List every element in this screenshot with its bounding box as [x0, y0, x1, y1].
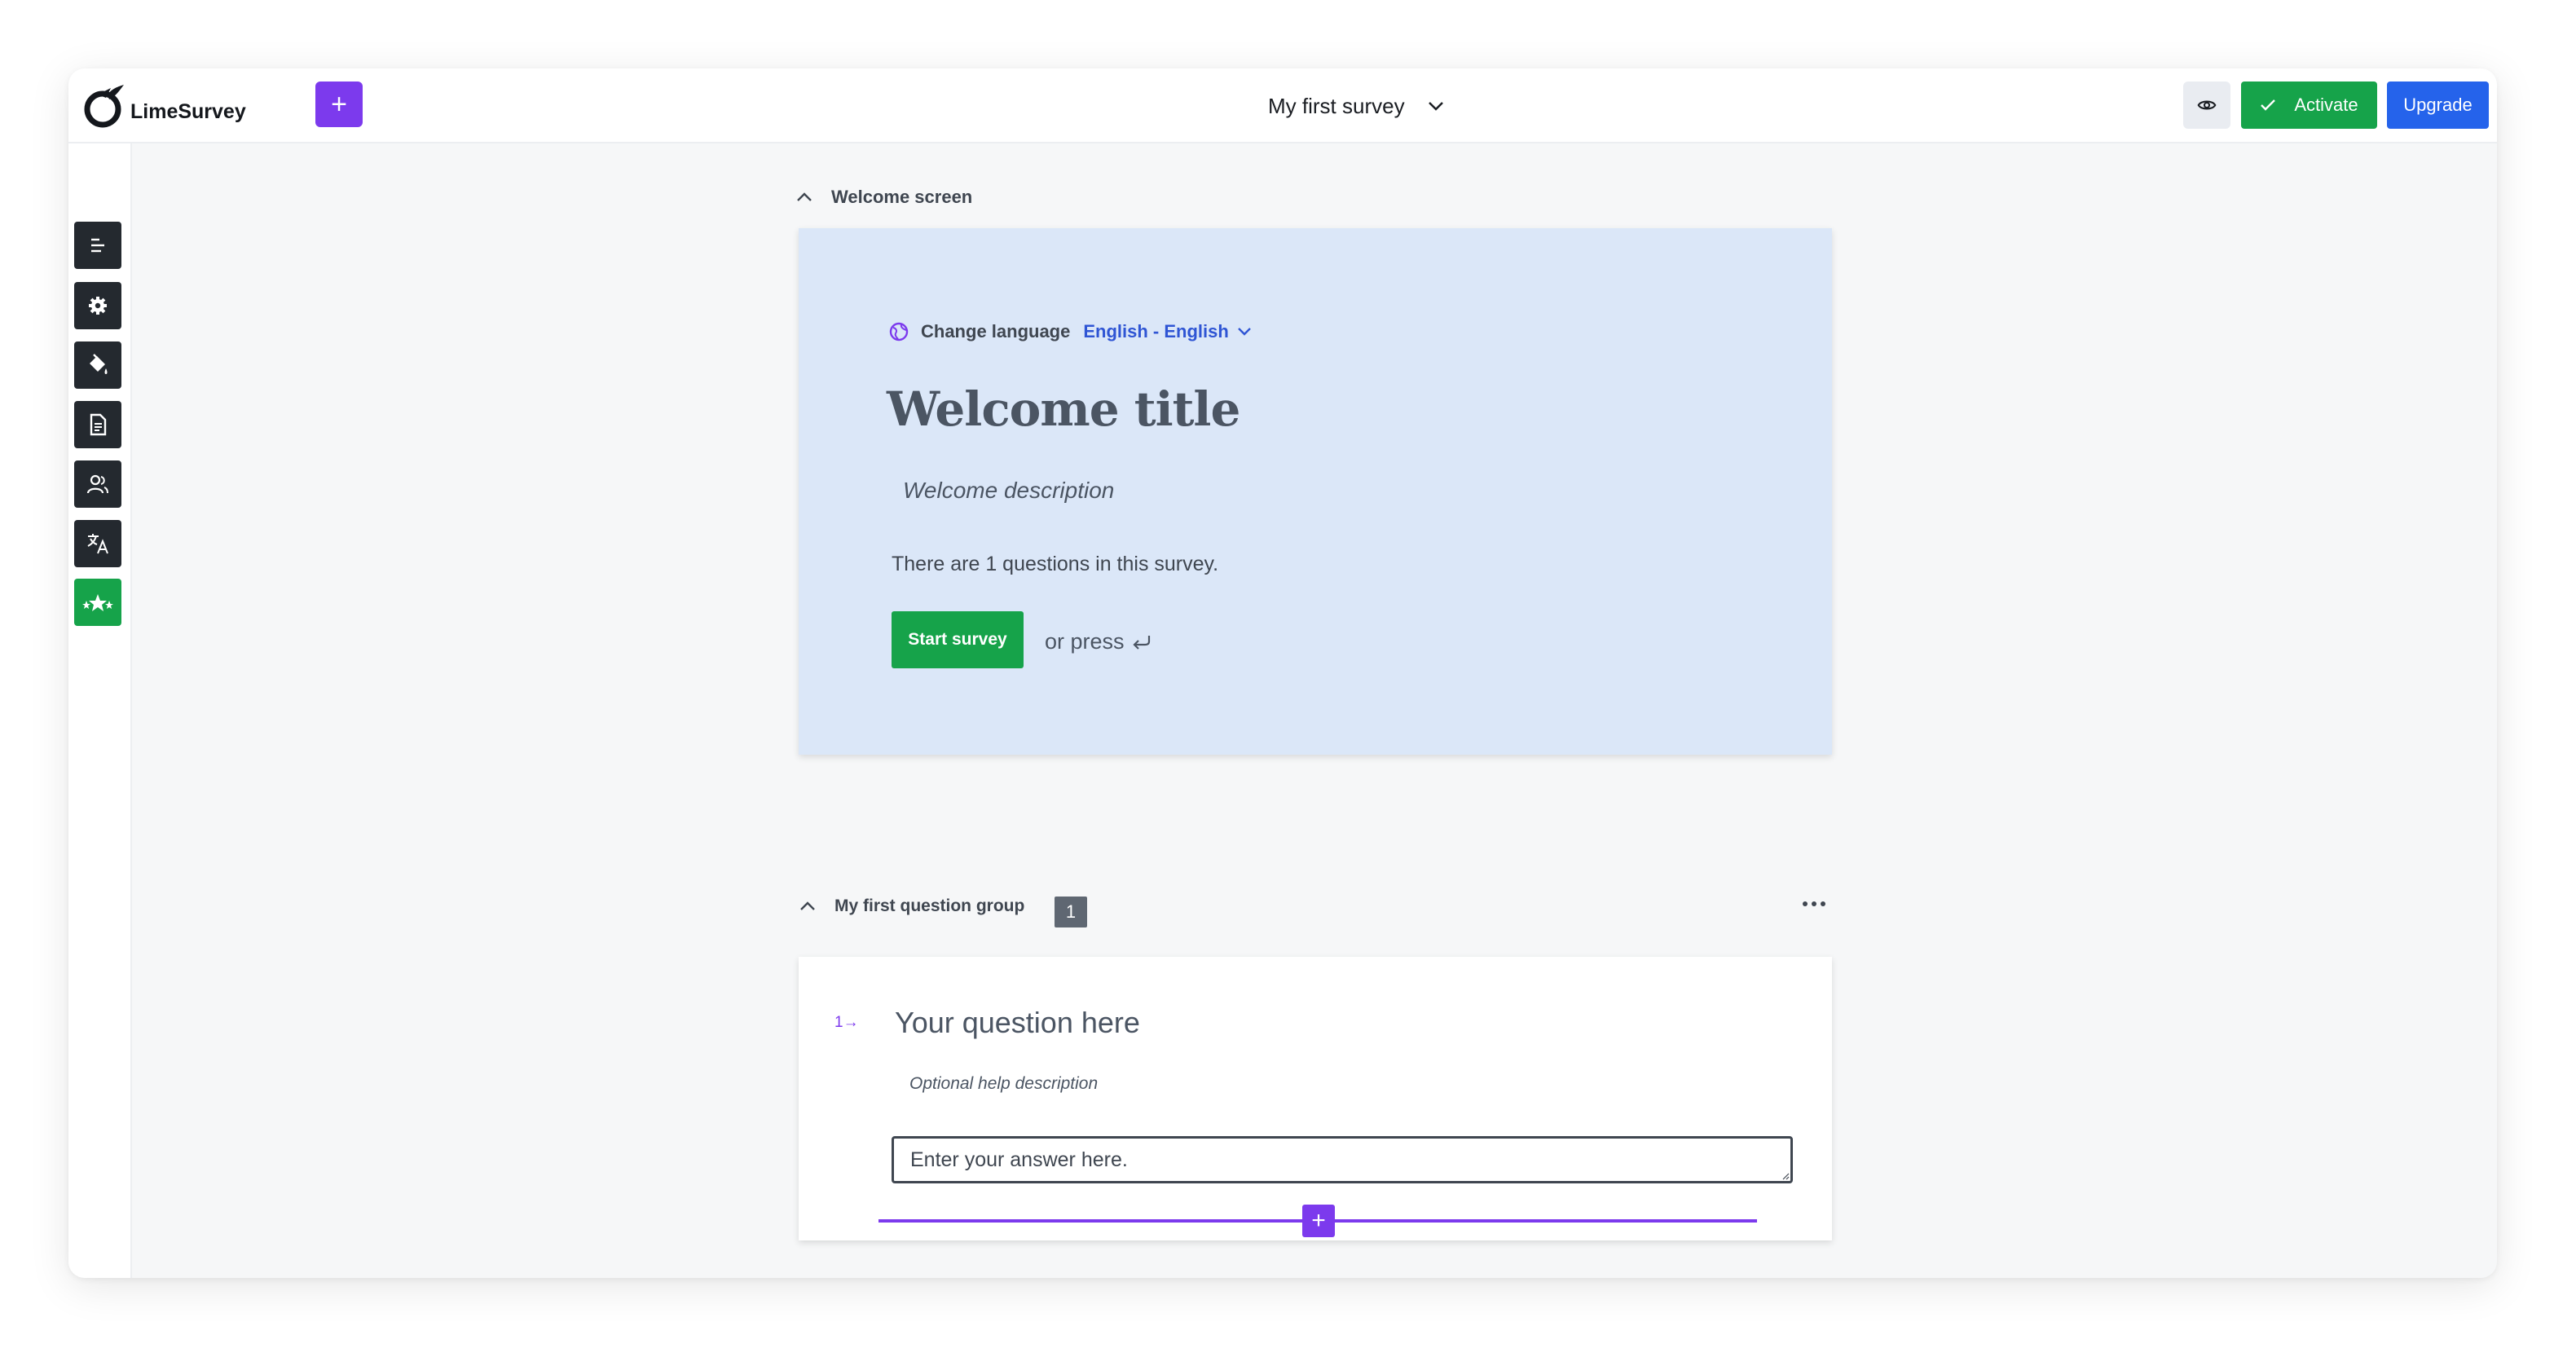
chevron-up-icon	[800, 901, 815, 910]
sidebar-item-settings[interactable]	[74, 282, 121, 329]
globe-icon	[889, 322, 909, 341]
add-question-button[interactable]: +	[1302, 1205, 1335, 1237]
sidebar-item-participants[interactable]	[74, 460, 121, 508]
plus-icon: +	[1311, 1207, 1326, 1234]
welcome-section-toggle[interactable]: Welcome screen	[795, 187, 972, 208]
theme-icon	[90, 354, 108, 374]
welcome-section-label: Welcome screen	[831, 187, 973, 207]
structure-icon	[91, 238, 104, 253]
sidebar-item-theme[interactable]	[74, 341, 121, 389]
answer-textarea[interactable]: Enter your answer here.	[892, 1136, 1793, 1183]
chevron-down-icon	[1428, 102, 1443, 111]
question-count-badge: 1	[1055, 897, 1087, 927]
or-press-text: or press	[1045, 629, 1125, 654]
sidebar-item-rating[interactable]	[74, 579, 121, 626]
question-count-text: There are 1 questions in this survey.	[892, 553, 1219, 575]
start-survey-button[interactable]: Start survey	[892, 611, 1024, 668]
upgrade-button[interactable]: Upgrade	[2387, 82, 2489, 129]
or-press-hint: or press	[1045, 629, 1152, 654]
question-number: 1→	[834, 1014, 859, 1031]
more-options-icon[interactable]	[1803, 901, 1825, 906]
welcome-card[interactable]: Change language English - English Welcom…	[799, 228, 1832, 755]
app-window: LimeSurvey + My first survey Activate Up…	[68, 68, 2497, 1278]
chevron-down-icon	[1237, 328, 1251, 336]
preview-button[interactable]	[2183, 82, 2230, 129]
document-icon	[90, 413, 107, 436]
sidebar-item-document[interactable]	[74, 401, 121, 448]
sidebar-item-translate[interactable]	[74, 520, 121, 567]
question-group-header: My first question group 1	[799, 897, 1832, 929]
question-group-title: My first question group	[834, 897, 1025, 915]
return-key-icon	[1132, 635, 1150, 650]
change-language-label: Change language	[921, 321, 1071, 341]
question-card[interactable]: 1→ Your question here Optional help desc…	[799, 957, 1832, 1240]
top-bar: LimeSurvey + My first survey Activate Up…	[68, 68, 2497, 143]
settings-icon	[89, 297, 107, 315]
check-icon	[2261, 99, 2276, 111]
language-value: English - English	[1083, 321, 1229, 341]
survey-title-dropdown[interactable]: My first survey	[1268, 90, 1446, 122]
plus-icon: +	[331, 89, 347, 120]
question-help[interactable]: Optional help description	[909, 1074, 1098, 1094]
upgrade-label: Upgrade	[2403, 95, 2473, 115]
translate-icon	[87, 534, 108, 554]
language-select[interactable]: English - English	[1083, 321, 1251, 342]
resize-grip-icon[interactable]	[1781, 1172, 1790, 1180]
arrow-right-icon: →	[843, 1014, 859, 1031]
sidebar-item-structure[interactable]	[74, 222, 121, 269]
survey-title: My first survey	[1268, 93, 1405, 118]
app-name: LimeSurvey	[130, 99, 246, 123]
eye-icon	[2197, 100, 2217, 110]
add-button[interactable]: +	[315, 82, 363, 127]
activate-label: Activate	[2294, 95, 2358, 115]
rating-stars-icon	[82, 594, 113, 611]
participants-icon	[86, 474, 108, 494]
language-row: Change language English - English	[888, 321, 1252, 342]
limesurvey-logo[interactable]: LimeSurvey	[83, 82, 246, 130]
question-group-toggle[interactable]: My first question group	[799, 897, 1024, 916]
chevron-up-icon	[797, 192, 812, 201]
question-text[interactable]: Your question here	[895, 1006, 1140, 1040]
activate-button[interactable]: Activate	[2241, 82, 2377, 129]
welcome-description[interactable]: Welcome description	[903, 478, 1114, 504]
sidebar	[68, 143, 132, 1278]
limesurvey-logo-icon	[84, 85, 124, 128]
welcome-title[interactable]: Welcome title	[887, 381, 1240, 437]
